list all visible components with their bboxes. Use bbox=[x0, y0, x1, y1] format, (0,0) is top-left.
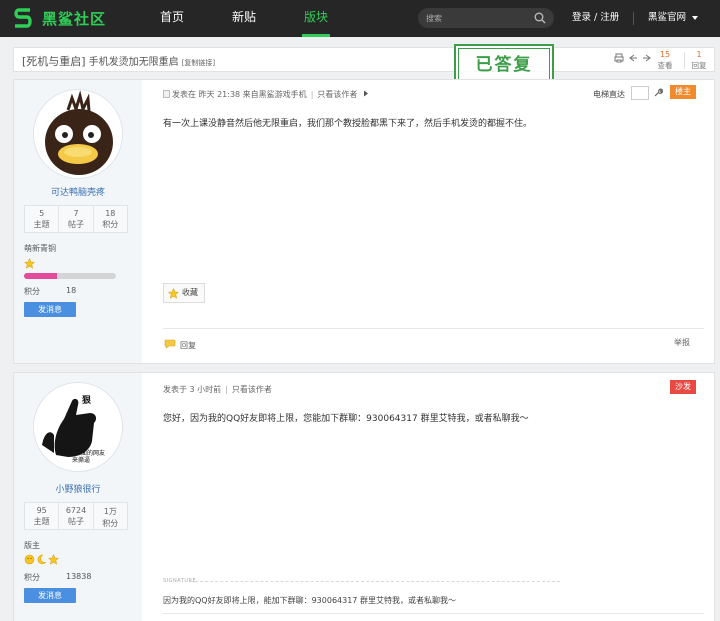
author-name[interactable]: 小野狼很行 bbox=[14, 482, 142, 495]
avatar[interactable]: 狠 气不愿意面的网友 来撕逼 bbox=[33, 382, 123, 472]
user-rank: 版主 bbox=[24, 541, 40, 550]
moon-icon bbox=[37, 554, 47, 565]
stat-divider bbox=[684, 52, 685, 69]
post-divider bbox=[163, 328, 704, 329]
views-label: 查看 bbox=[657, 61, 673, 70]
post-divider bbox=[163, 613, 704, 614]
official-site-link[interactable]: 黑鲨官网 bbox=[648, 0, 686, 36]
post-content: 有一次上课没静音然后他无限重启，我们那个教授脸都黑下来了，然后手机发烫的都握不住… bbox=[163, 119, 533, 129]
reply-icon[interactable] bbox=[164, 339, 176, 349]
credit-row: 积分 13838 bbox=[24, 572, 92, 582]
view-author-only-link[interactable]: 只看该作者 bbox=[232, 385, 272, 394]
prev-thread-icon[interactable] bbox=[628, 53, 638, 63]
post-meta: 发表在 昨天 21:38 来自黑鲨游戏手机 | 只看该作者 bbox=[163, 89, 369, 100]
post-1: 可达鸭脑壳疼 5 主题 7 帖子 18 积分 萌新青铜 积分 18 发消息 发表在 昨天… bbox=[13, 79, 715, 364]
stat-topics[interactable]: 5 主题 bbox=[25, 206, 60, 232]
author-sidebar: 狠 气不愿意面的网友 来撕逼 小野狼很行 95 主题 6724 帖子 1万 积分 版主… bbox=[14, 373, 142, 621]
star-icon bbox=[24, 258, 35, 269]
chevron-down-icon[interactable] bbox=[692, 16, 698, 20]
report-link[interactable]: 举报 bbox=[674, 337, 690, 348]
author-online-icon bbox=[163, 90, 170, 98]
jump-to-floor-input[interactable] bbox=[631, 86, 649, 100]
replies-label: 回复 bbox=[691, 61, 707, 70]
floor-tag-op: 楼主 bbox=[670, 85, 696, 99]
print-icon[interactable] bbox=[614, 53, 624, 63]
search-icon[interactable] bbox=[534, 12, 546, 24]
favorite-star-icon bbox=[168, 288, 179, 299]
stat-credits[interactable]: 18 积分 bbox=[94, 206, 127, 232]
copy-link-button[interactable]: [复制链接] bbox=[182, 59, 215, 67]
author-stats: 5 主题 7 帖子 18 积分 bbox=[24, 205, 128, 233]
site-logo[interactable]: 黑鲨社区 bbox=[12, 6, 106, 30]
author-sidebar: 可达鸭脑壳疼 5 主题 7 帖子 18 积分 萌新青铜 积分 18 发消息 bbox=[14, 80, 142, 363]
post-content: 您好，因为我的QQ好友即将上限，您能加下群聊：930064317 群里艾特我，或… bbox=[163, 414, 529, 424]
shark-logo-icon bbox=[14, 8, 32, 28]
top-nav-bar: 黑鲨社区 首页 新贴 版块 登录 / 注册 黑鲨官网 bbox=[0, 0, 720, 37]
replies-count: 1 bbox=[696, 50, 702, 59]
sun-icon bbox=[24, 554, 35, 565]
experience-fill bbox=[24, 273, 58, 279]
stat-credits[interactable]: 1万 积分 bbox=[94, 503, 127, 529]
avatar-caption-bottom: 气不愿意面的网友 来撕逼 bbox=[56, 450, 105, 464]
stat-topics[interactable]: 95 主题 bbox=[25, 503, 60, 529]
credit-row: 积分 18 bbox=[24, 286, 77, 296]
experience-bar bbox=[24, 273, 116, 279]
floor-tag-sofa: 沙发 bbox=[670, 380, 696, 394]
nav-new-posts[interactable]: 新贴 bbox=[232, 0, 256, 37]
answered-stamp: 已答复 bbox=[454, 44, 554, 84]
views-count: 15 bbox=[659, 50, 671, 59]
reply-link[interactable]: 回复 bbox=[180, 340, 196, 351]
rank-medals bbox=[24, 554, 59, 565]
thread-tools bbox=[614, 53, 652, 63]
stat-posts[interactable]: 7 帖子 bbox=[59, 206, 94, 232]
signature-text: 因为我的QQ好友即将上限，能加下群聊：930064317 群里艾特我，或者私聊我… bbox=[163, 596, 456, 605]
favorite-button[interactable]: 收藏 bbox=[163, 283, 205, 303]
nav-home[interactable]: 首页 bbox=[160, 0, 184, 37]
next-thread-icon[interactable] bbox=[642, 53, 652, 63]
post-2: 狠 气不愿意面的网友 来撕逼 小野狼很行 95 主题 6724 帖子 1万 积分 版主… bbox=[13, 372, 715, 621]
psyduck-avatar-icon bbox=[34, 90, 122, 178]
thread-title: [死机与重启] 手机发烫加无限重启 [复制链接] bbox=[22, 53, 215, 69]
signature-divider bbox=[190, 581, 560, 582]
author-stats: 95 主题 6724 帖子 1万 积分 bbox=[24, 502, 128, 530]
login-register-link[interactable]: 登录 / 注册 bbox=[572, 0, 619, 36]
send-message-button[interactable]: 发消息 bbox=[24, 588, 76, 603]
wrench-icon[interactable] bbox=[653, 88, 663, 98]
thread-name: 手机发烫加无限重启 bbox=[88, 57, 179, 68]
stat-posts[interactable]: 6724 帖子 bbox=[59, 503, 94, 529]
nav-boards[interactable]: 版块 bbox=[301, 0, 331, 37]
view-author-only-link[interactable]: 只看该作者 bbox=[317, 90, 357, 99]
user-rank: 萌新青铜 bbox=[24, 244, 56, 253]
thread-category[interactable]: [死机与重启] bbox=[22, 55, 86, 68]
send-message-button[interactable]: 发消息 bbox=[24, 302, 76, 317]
search-input[interactable] bbox=[426, 11, 526, 25]
avatar[interactable] bbox=[33, 89, 123, 179]
thread-header: [死机与重启] 手机发烫加无限重启 [复制链接] bbox=[13, 47, 715, 72]
site-name: 黑鲨社区 bbox=[42, 9, 107, 28]
star-icon bbox=[48, 554, 59, 565]
nav-divider bbox=[633, 12, 634, 25]
post-meta: 发表于 3 小时前 | 只看该作者 bbox=[163, 385, 272, 394]
jump-to-floor-label: 电梯直达 bbox=[593, 90, 625, 99]
play-arrow-icon[interactable] bbox=[363, 90, 369, 97]
search-box bbox=[418, 8, 554, 28]
avatar-caption-top: 狠 bbox=[82, 396, 92, 406]
author-name[interactable]: 可达鸭脑壳疼 bbox=[14, 185, 142, 198]
